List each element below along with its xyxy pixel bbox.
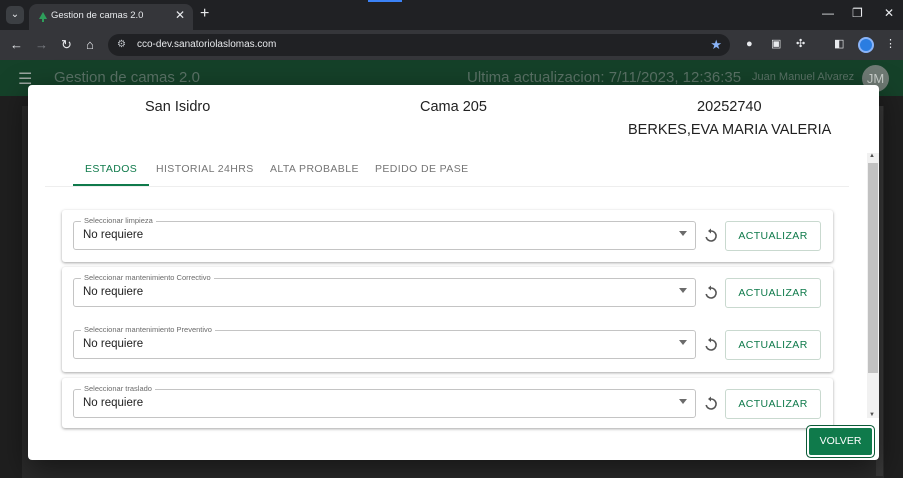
site-info-icon[interactable]: ⚙ xyxy=(117,39,126,50)
refresh-icon[interactable] xyxy=(703,396,719,412)
update-corrective-button[interactable]: ACTUALIZAR xyxy=(725,278,821,308)
extension-icon-2[interactable]: ▣ xyxy=(771,38,783,50)
extension-icon[interactable]: ● xyxy=(746,38,758,50)
sector-name: San Isidro xyxy=(145,99,211,115)
patient-id: 20252740 xyxy=(697,99,762,115)
modal-tabs: ESTADOS HISTORIAL 24HRS ALTA PROBABLE PE… xyxy=(45,155,849,187)
browser-tab[interactable]: Gestion de camas 2.0 ✕ xyxy=(29,4,193,30)
last-update-text: Ultima actualizacion: 7/11/2023, 12:36:3… xyxy=(467,69,742,86)
maintenance-card: Seleccionar mantenimiento Correctivo No … xyxy=(62,267,833,372)
minimize-icon[interactable]: — xyxy=(822,6,834,20)
back-button[interactable]: VOLVER xyxy=(809,428,872,455)
refresh-icon[interactable] xyxy=(703,337,719,353)
scroll-up-icon[interactable]: ▲ xyxy=(869,153,875,159)
back-icon[interactable]: ← xyxy=(10,37,23,52)
bed-details-modal: San Isidro Cama 205 20252740 BERKES,EVA … xyxy=(28,85,879,460)
bookmark-star-icon[interactable]: ★ xyxy=(710,37,722,53)
scroll-down-icon[interactable]: ▼ xyxy=(869,412,875,418)
chevron-down-icon xyxy=(679,231,687,236)
cleaning-card: Seleccionar limpieza No requiere ACTUALI… xyxy=(62,210,833,262)
transfer-select[interactable]: Seleccionar traslado No requiere xyxy=(73,384,696,418)
tree-favicon-icon xyxy=(39,12,47,22)
bed-number: Cama 205 xyxy=(420,99,487,115)
tab-pedido-de-pase[interactable]: PEDIDO DE PASE xyxy=(375,163,469,175)
active-tab-indicator xyxy=(73,184,149,186)
app-title: Gestion de camas 2.0 xyxy=(54,69,200,86)
field-legend: Seleccionar mantenimiento Preventivo xyxy=(81,325,215,334)
address-bar[interactable]: ⚙ cco-dev.sanatoriolaslomas.com ★ xyxy=(108,34,730,56)
scrollbar-thumb[interactable] xyxy=(868,163,878,373)
tab-activity-indicator xyxy=(368,0,402,2)
address-url: cco-dev.sanatoriolaslomas.com xyxy=(137,39,277,50)
update-preventive-button[interactable]: ACTUALIZAR xyxy=(725,330,821,360)
corrective-maintenance-select[interactable]: Seleccionar mantenimiento Correctivo No … xyxy=(73,273,696,307)
patient-name: BERKES,EVA MARIA VALERIA xyxy=(628,122,832,138)
reload-icon[interactable]: ↻ xyxy=(61,37,72,53)
update-transfer-button[interactable]: ACTUALIZAR xyxy=(725,389,821,419)
field-value: No requiere xyxy=(83,229,144,241)
extensions-puzzle-icon[interactable]: ✣ xyxy=(796,38,808,50)
field-value: No requiere xyxy=(83,286,144,298)
update-cleaning-button[interactable]: ACTUALIZAR xyxy=(725,221,821,251)
window-close-icon[interactable]: ✕ xyxy=(884,6,894,20)
close-tab-icon[interactable]: ✕ xyxy=(175,8,185,22)
user-name: Juan Manuel Alvarez xyxy=(752,71,855,83)
transfer-card: Seleccionar traslado No requiere ACTUALI… xyxy=(62,378,833,428)
new-tab-icon[interactable]: + xyxy=(200,5,209,23)
profile-avatar-icon[interactable] xyxy=(858,37,874,53)
chevron-down-icon xyxy=(679,399,687,404)
restore-icon[interactable]: ❐ xyxy=(852,6,863,20)
chevron-down-icon xyxy=(679,340,687,345)
tab-estados[interactable]: ESTADOS xyxy=(85,163,137,175)
field-legend: Seleccionar limpieza xyxy=(81,216,156,225)
field-legend: Seleccionar traslado xyxy=(81,384,155,393)
preventive-maintenance-select[interactable]: Seleccionar mantenimiento Preventivo No … xyxy=(73,325,696,359)
modal-scrollbar[interactable]: ▲ ▼ xyxy=(867,153,879,418)
field-value: No requiere xyxy=(83,397,144,409)
forward-icon[interactable]: → xyxy=(35,37,48,52)
browser-menu-icon[interactable]: ⋮ xyxy=(885,38,897,50)
browser-tabstrip: ⌄ Gestion de camas 2.0 ✕ + — ❐ ✕ xyxy=(0,0,903,30)
cleaning-select[interactable]: Seleccionar limpieza No requiere xyxy=(73,216,696,250)
browser-tab-title: Gestion de camas 2.0 xyxy=(51,10,144,21)
side-panel-icon[interactable]: ◧ xyxy=(834,38,846,50)
field-legend: Seleccionar mantenimiento Correctivo xyxy=(81,273,214,282)
home-icon[interactable]: ⌂ xyxy=(86,37,94,52)
browser-toolbar: ← → ↻ ⌂ ⚙ cco-dev.sanatoriolaslomas.com … xyxy=(0,30,903,60)
tab-alta-probable[interactable]: ALTA PROBABLE xyxy=(270,163,359,175)
refresh-icon[interactable] xyxy=(703,285,719,301)
refresh-icon[interactable] xyxy=(703,228,719,244)
tab-search-icon[interactable]: ⌄ xyxy=(6,6,24,24)
field-value: No requiere xyxy=(83,338,144,350)
tab-historial[interactable]: HISTORIAL 24HRS xyxy=(156,163,254,175)
chevron-down-icon xyxy=(679,288,687,293)
